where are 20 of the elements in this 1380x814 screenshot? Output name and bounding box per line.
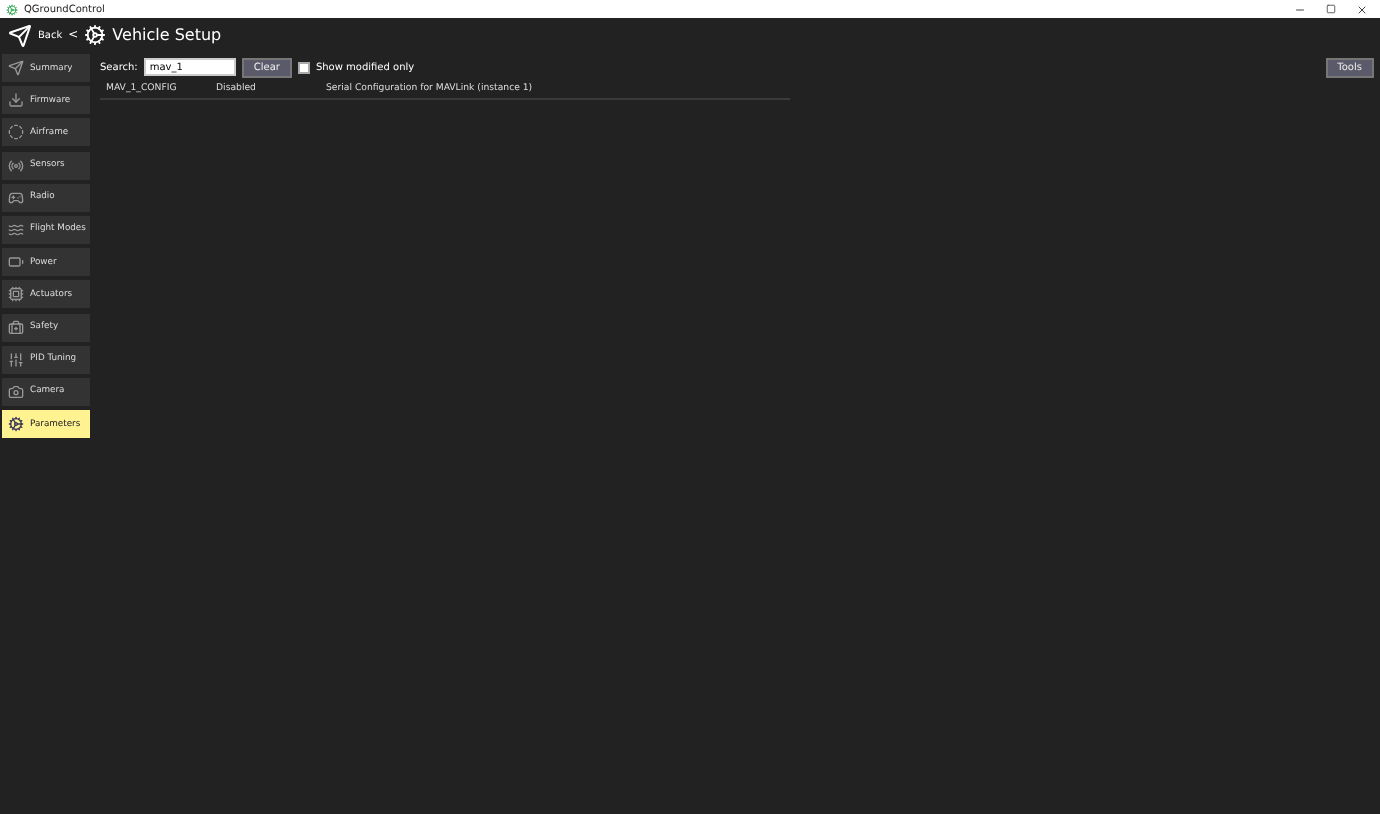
paper-plane-icon	[8, 60, 24, 76]
paper-plane-icon[interactable]	[8, 23, 32, 47]
maximize-icon[interactable]	[1326, 3, 1336, 13]
gears-icon	[8, 416, 24, 433]
app-logo-icon	[6, 3, 18, 15]
page-title: Vehicle Setup	[112, 26, 222, 44]
medical-kit-icon	[8, 319, 24, 335]
download-icon	[8, 92, 24, 109]
gamepad-icon	[8, 189, 24, 206]
sliders-icon	[8, 351, 24, 368]
chip-icon	[8, 286, 24, 303]
gears-icon	[84, 24, 107, 46]
waves-icon	[8, 221, 24, 238]
signal-icon	[8, 157, 24, 174]
battery-icon	[8, 254, 24, 271]
dashed-circle-icon	[8, 124, 24, 141]
camera-icon	[8, 383, 24, 400]
minimize-icon[interactable]	[1294, 3, 1306, 15]
close-icon[interactable]	[1356, 3, 1368, 15]
checkbox[interactable]	[297, 61, 310, 73]
